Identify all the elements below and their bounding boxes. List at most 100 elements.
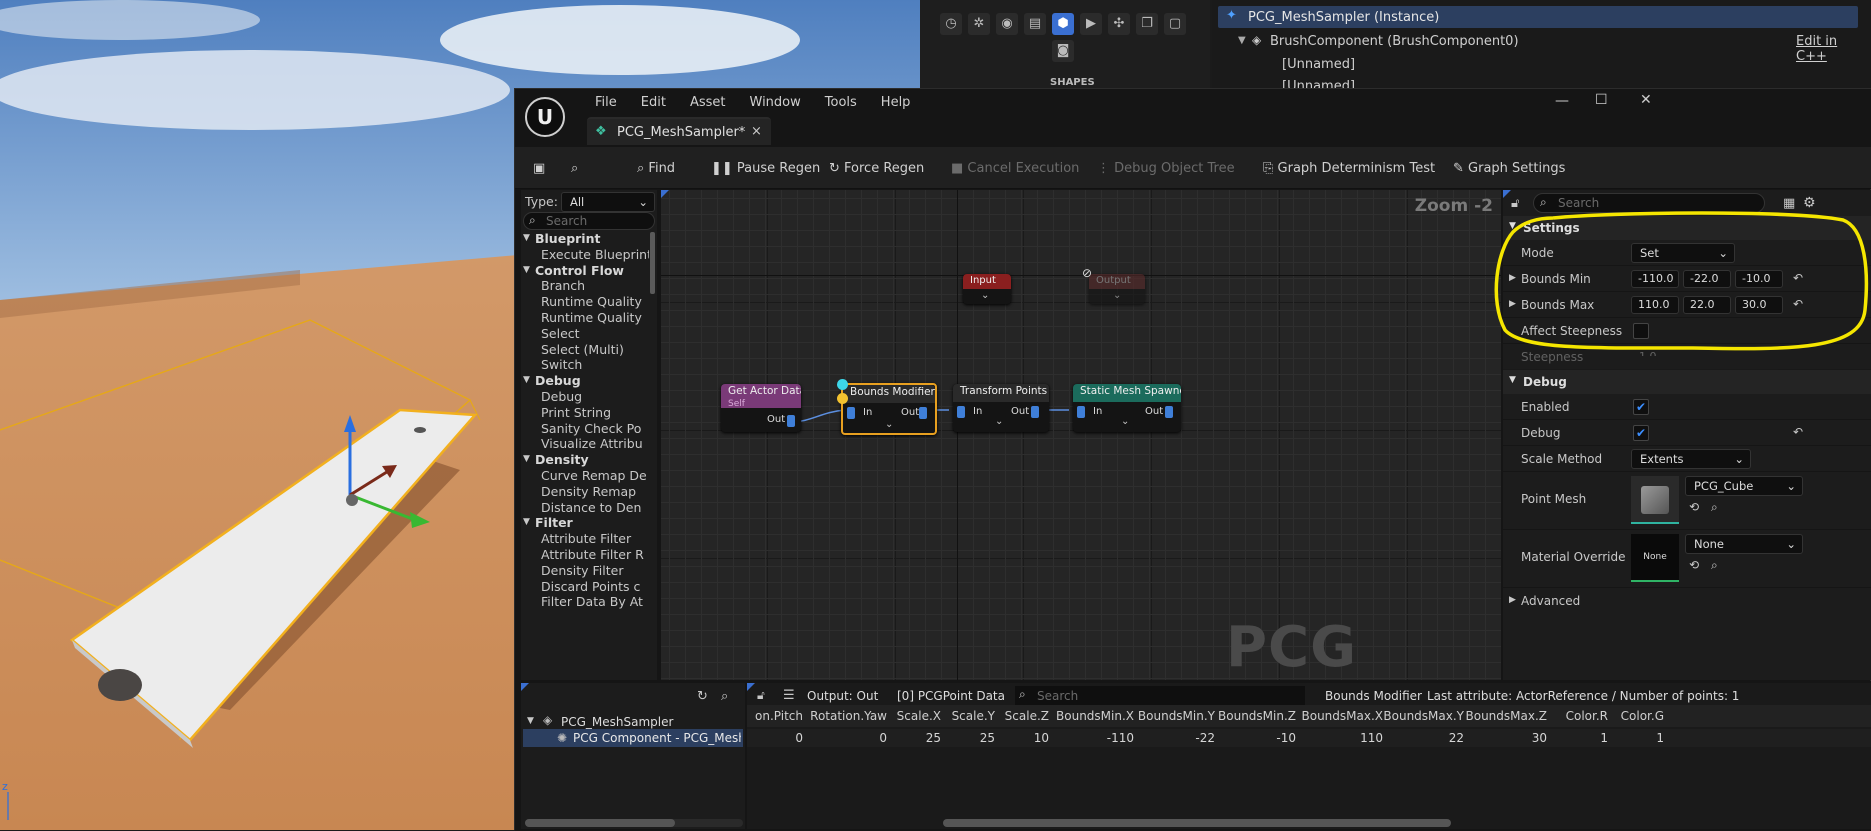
debug-checkbox[interactable]: ✔ bbox=[1633, 425, 1649, 441]
advanced-row[interactable]: ▶ Advanced bbox=[1503, 588, 1871, 614]
out-pin[interactable] bbox=[1165, 406, 1173, 418]
use-selected-icon[interactable]: ⟲ bbox=[1689, 500, 1699, 514]
tree-child-item[interactable]: PCG Component - PCG_MeshSampler bbox=[573, 731, 741, 745]
expand-arrow-icon[interactable]: ▼ bbox=[527, 716, 534, 726]
brush-icon[interactable]: ◙ bbox=[1052, 40, 1074, 62]
column-header[interactable]: Color.R bbox=[1566, 709, 1608, 723]
palette-category[interactable]: Blueprint bbox=[535, 231, 649, 246]
palette-item[interactable]: Attribute Filter bbox=[541, 531, 649, 546]
palette-category[interactable]: Debug bbox=[535, 373, 649, 388]
column-header[interactable]: BoundsMax.Y bbox=[1383, 709, 1464, 723]
close-window-button[interactable]: ✕ bbox=[1640, 92, 1652, 108]
graph-settings-button[interactable]: ✎ Graph Settings bbox=[1453, 157, 1565, 181]
material-thumbnail[interactable]: None bbox=[1631, 534, 1679, 582]
debug-marker-icon[interactable] bbox=[837, 379, 848, 390]
palette-item[interactable]: Density Remap bbox=[541, 484, 649, 499]
palette-item[interactable]: Debug bbox=[541, 389, 649, 404]
in-pin[interactable] bbox=[1077, 406, 1085, 418]
column-header[interactable]: BoundsMin.Z bbox=[1218, 709, 1296, 723]
palette-item[interactable]: Visualize Attribu bbox=[541, 436, 649, 451]
lock-icon[interactable]: 🔓︎ bbox=[757, 688, 765, 703]
graph-determinism-test-button[interactable]: ⎘ Graph Determinism Test bbox=[1263, 157, 1435, 181]
get-actor-data-node[interactable]: Get Actor Data Self Out bbox=[721, 384, 801, 432]
enabled-checkbox[interactable]: ✔ bbox=[1633, 399, 1649, 415]
inspect-marker-icon[interactable] bbox=[837, 393, 848, 404]
shapes-icon[interactable]: ⬢ bbox=[1052, 13, 1074, 35]
gear-icon[interactable]: ⚙ bbox=[1803, 195, 1816, 211]
column-header[interactable]: Scale.Y bbox=[952, 709, 995, 723]
palette-item[interactable]: Branch bbox=[541, 278, 649, 293]
browse-asset-icon[interactable]: ⌕ bbox=[1711, 500, 1718, 515]
pause-regen-button[interactable]: ❚❚ Pause Regen bbox=[711, 157, 820, 181]
minimize-button[interactable]: — bbox=[1555, 93, 1569, 109]
menu-file[interactable]: File bbox=[583, 93, 629, 115]
outliner-item[interactable]: PCG_MeshSampler (Instance) bbox=[1248, 10, 1439, 25]
palette-item[interactable]: Select bbox=[541, 326, 649, 341]
menu-help[interactable]: Help bbox=[869, 93, 923, 115]
palette-item[interactable]: Runtime Quality bbox=[541, 310, 649, 325]
palette-item[interactable]: Attribute Filter R bbox=[541, 547, 649, 562]
palette-item[interactable]: Execute Blueprint bbox=[541, 247, 649, 262]
refresh-icon[interactable]: ↻ bbox=[697, 689, 708, 704]
menu-asset[interactable]: Asset bbox=[678, 93, 738, 115]
maximize-button[interactable]: ☐ bbox=[1595, 92, 1608, 108]
browse-asset-icon[interactable]: ⌕ bbox=[1711, 558, 1718, 573]
debug-section[interactable]: ▼ Debug bbox=[1503, 370, 1871, 394]
table-row[interactable] bbox=[747, 729, 1871, 747]
palette-item[interactable]: Discard Points c bbox=[541, 579, 649, 594]
column-header[interactable]: Rotation.Yaw bbox=[810, 709, 887, 723]
clock-icon[interactable]: ◷ bbox=[940, 13, 962, 35]
palette-item[interactable]: Density Filter bbox=[541, 563, 649, 578]
lights-icon[interactable]: ✲ bbox=[968, 13, 990, 35]
out-pin[interactable] bbox=[1031, 406, 1039, 418]
palette-category[interactable]: Control Flow bbox=[535, 263, 649, 278]
use-selected-icon[interactable]: ⟲ bbox=[1689, 558, 1699, 572]
scale-method-select[interactable]: Extents ⌄ bbox=[1631, 449, 1751, 469]
type-filter-select[interactable]: All ⌄ bbox=[561, 192, 655, 212]
column-header[interactable]: Color.G bbox=[1621, 709, 1664, 723]
lock-icon[interactable]: 🔓︎ bbox=[1511, 196, 1519, 211]
palette-item[interactable]: Switch bbox=[541, 357, 649, 372]
menu-window[interactable]: Window bbox=[738, 93, 813, 115]
menu-edit[interactable]: Edit bbox=[629, 93, 678, 115]
mesh-thumbnail[interactable] bbox=[1631, 476, 1679, 524]
palette-item[interactable]: Print String bbox=[541, 405, 649, 420]
palette-category[interactable]: Filter bbox=[535, 515, 649, 530]
palette-item[interactable]: Runtime Quality bbox=[541, 294, 649, 309]
bounds-modifier-node[interactable]: Bounds Modifier In Out ⌄ bbox=[841, 383, 937, 435]
browse-icon[interactable]: ⌕ bbox=[571, 157, 578, 181]
palette-item[interactable]: Select (Multi) bbox=[541, 342, 649, 357]
output-node[interactable]: Output ⌄ bbox=[1089, 274, 1145, 304]
output-select[interactable]: Output: Out ⌄ bbox=[807, 686, 891, 717]
outliner-item[interactable]: [Unnamed] bbox=[1282, 79, 1355, 88]
out-pin[interactable] bbox=[787, 415, 795, 427]
attributes-search-input[interactable]: ⌕ Search bbox=[1015, 686, 1305, 706]
column-header[interactable]: BoundsMin.Y bbox=[1138, 709, 1215, 723]
unreal-logo-icon[interactable]: U bbox=[525, 97, 565, 137]
tree-scrollbar[interactable] bbox=[525, 819, 675, 827]
save-icon[interactable]: ▣ bbox=[533, 157, 545, 181]
palette-category[interactable]: Density bbox=[535, 452, 649, 467]
document-tab[interactable]: ❖ PCG_MeshSampler* × bbox=[587, 117, 771, 145]
in-pin[interactable] bbox=[847, 407, 855, 419]
edit-in-cpp-link[interactable]: Edit in C++ bbox=[1796, 34, 1871, 64]
out-pin[interactable] bbox=[919, 407, 927, 419]
column-header[interactable]: BoundsMax.Z bbox=[1466, 709, 1548, 723]
force-regen-button[interactable]: ↻ Force Regen bbox=[829, 157, 924, 181]
cinematic-icon[interactable]: ▤ bbox=[1024, 13, 1046, 35]
graph-canvas[interactable]: Zoom -2 PCG Graph Input ⌄ Output ⌄ ⊘ Get… bbox=[661, 190, 1501, 680]
point-mesh-select[interactable]: PCG_Cube ⌄ bbox=[1685, 476, 1803, 496]
table-view-icon[interactable]: ▦ bbox=[1783, 196, 1795, 211]
bulb-icon[interactable]: ◉ bbox=[996, 13, 1018, 35]
column-header[interactable]: Scale.X bbox=[897, 709, 941, 723]
column-header[interactable]: Scale.Z bbox=[1005, 709, 1049, 723]
outliner-item[interactable]: [Unnamed] bbox=[1282, 57, 1355, 72]
tab-close-icon[interactable]: × bbox=[751, 124, 762, 139]
debug-object-tree-button[interactable]: ⋮ Debug Object Tree bbox=[1097, 157, 1235, 181]
column-header[interactable]: BoundsMax.X bbox=[1302, 709, 1384, 723]
attributes-scrollbar[interactable] bbox=[943, 819, 1451, 827]
place-icon[interactable]: ▢ bbox=[1164, 13, 1186, 35]
static-mesh-spawner-node[interactable]: Static Mesh Spawner In Out ⌄ bbox=[1073, 384, 1181, 432]
menu-tools[interactable]: Tools bbox=[813, 93, 869, 115]
browse-icon[interactable]: ⌕ bbox=[721, 689, 728, 704]
